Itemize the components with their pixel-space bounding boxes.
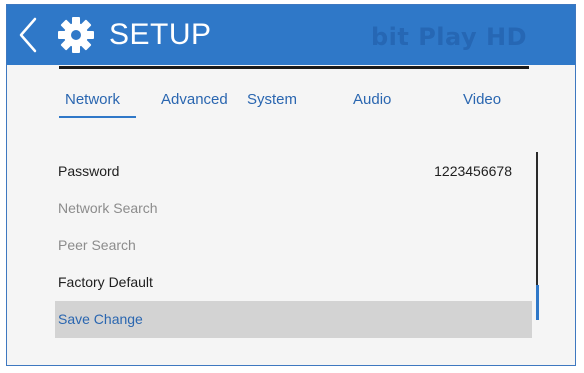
gear-icon bbox=[58, 17, 94, 53]
tab-video[interactable]: Video bbox=[463, 87, 501, 113]
settings-list: Password 1223456678 Network Search Peer … bbox=[55, 153, 532, 338]
password-value: 1223456678 bbox=[434, 163, 512, 179]
brand-logo-text: bit Play HD bbox=[370, 23, 527, 51]
setup-screen: SETUP bit Play HD Network Advanced Syste… bbox=[6, 4, 576, 366]
setting-label: Peer Search bbox=[58, 237, 136, 253]
chevron-left-icon bbox=[19, 17, 37, 53]
setting-factory-default[interactable]: Factory Default bbox=[55, 264, 532, 301]
setting-label: Factory Default bbox=[58, 274, 153, 290]
setting-password[interactable]: Password 1223456678 bbox=[55, 153, 532, 190]
tab-system[interactable]: System bbox=[247, 87, 297, 113]
header-divider bbox=[59, 66, 529, 69]
setting-label: Password bbox=[58, 163, 120, 179]
tab-network[interactable]: Network bbox=[65, 87, 120, 113]
tab-bar: Network Advanced System Audio Video bbox=[55, 87, 525, 123]
page-title: SETUP bbox=[109, 18, 212, 51]
scrollbar-thumb[interactable] bbox=[536, 285, 539, 320]
setting-label: Network Search bbox=[58, 200, 158, 216]
tab-advanced[interactable]: Advanced bbox=[161, 87, 228, 113]
tab-audio[interactable]: Audio bbox=[353, 87, 391, 113]
setting-peer-search: Peer Search bbox=[55, 227, 532, 264]
back-button[interactable] bbox=[15, 15, 43, 55]
active-tab-indicator bbox=[59, 116, 136, 118]
setting-network-search: Network Search bbox=[55, 190, 532, 227]
setting-save-change[interactable]: Save Change bbox=[55, 301, 532, 338]
setting-label: Save Change bbox=[58, 311, 143, 327]
header-bar: SETUP bit Play HD bbox=[7, 5, 575, 65]
